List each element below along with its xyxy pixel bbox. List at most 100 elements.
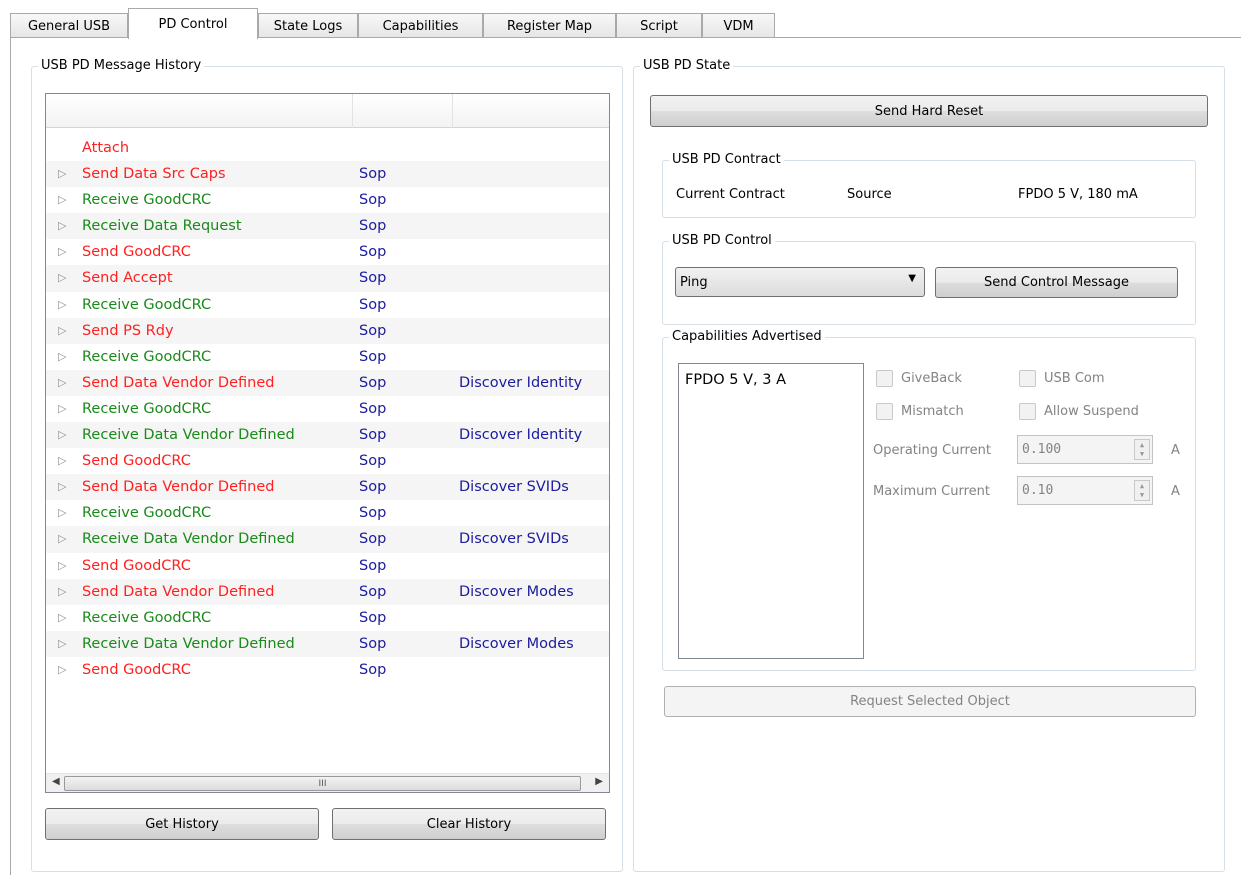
mismatch-checkbox[interactable]: Mismatch xyxy=(876,403,964,420)
current-contract-label: Current Contract xyxy=(676,187,785,202)
tab-pd-control[interactable]: PD Control xyxy=(128,8,258,39)
expand-arrow-icon[interactable]: ▷ xyxy=(58,474,66,500)
message-sop: Sop xyxy=(359,244,387,261)
spin-up-icon[interactable]: ▲ xyxy=(1140,441,1144,449)
get-history-button[interactable]: Get History xyxy=(45,808,319,840)
message-vdm: Discover SVIDs xyxy=(459,479,569,496)
expand-arrow-icon[interactable]: ▷ xyxy=(58,422,66,448)
giveback-checkbox[interactable]: GiveBack xyxy=(876,370,962,387)
history-row[interactable]: ▷ Receive GoodCRC Sop xyxy=(46,344,609,370)
history-row[interactable]: ▷ Receive GoodCRC Sop xyxy=(46,605,609,631)
spin-buttons[interactable]: ▲ ▼ xyxy=(1134,480,1150,501)
usb-com-checkbox[interactable]: USB Com xyxy=(1019,370,1105,387)
tab-general-usb[interactable]: General USB xyxy=(10,13,128,39)
spin-buttons[interactable]: ▲ ▼ xyxy=(1134,439,1150,460)
scroll-left-arrow-icon[interactable]: ◀ xyxy=(52,776,60,787)
tab-state-logs[interactable]: State Logs xyxy=(258,13,358,39)
expand-arrow-icon[interactable]: ▷ xyxy=(58,657,66,683)
expand-arrow-icon[interactable]: ▷ xyxy=(58,396,66,422)
horizontal-scrollbar[interactable]: ◀ III ▶ xyxy=(46,773,609,792)
history-row[interactable]: ▷ Send Data Vendor Defined Sop Discover SVI… xyxy=(46,474,609,501)
expand-arrow-icon[interactable]: ▷ xyxy=(58,448,66,474)
expand-arrow-icon[interactable]: ▷ xyxy=(58,213,66,239)
send-hard-reset-button[interactable]: Send Hard Reset xyxy=(650,95,1208,127)
spin-up-icon[interactable]: ▲ xyxy=(1140,482,1144,490)
spin-down-icon[interactable]: ▼ xyxy=(1140,450,1144,458)
expand-arrow-icon[interactable]: ▷ xyxy=(58,631,66,657)
message-name: Send PS Rdy xyxy=(82,322,174,339)
history-row[interactable]: Attach xyxy=(46,135,609,161)
message-sop: Sop xyxy=(359,374,387,391)
message-name: Receive GoodCRC xyxy=(82,192,212,209)
history-row[interactable]: ▷ Receive GoodCRC Sop xyxy=(46,396,609,422)
message-name: Attach xyxy=(82,140,130,156)
history-row[interactable]: ▷ Send GoodCRC Sop xyxy=(46,239,609,265)
tab-vdm[interactable]: VDM xyxy=(702,13,775,39)
checkbox-box xyxy=(1019,403,1036,420)
history-row[interactable]: ▷ Send Accept Sop xyxy=(46,265,609,292)
usb-com-label: USB Com xyxy=(1044,371,1105,386)
message-sop: Sop xyxy=(359,192,387,209)
capability-item[interactable]: FPDO 5 V, 3 A xyxy=(685,372,857,388)
history-row[interactable]: ▷ Receive GoodCRC Sop xyxy=(46,500,609,526)
send-control-message-button[interactable]: Send Control Message xyxy=(935,267,1178,298)
message-history-group: USB PD Message History Attach ▷ Send Data … xyxy=(31,57,623,872)
checkbox-box xyxy=(1019,370,1036,387)
message-name: Receive GoodCRC xyxy=(82,348,212,365)
allow-suspend-checkbox[interactable]: Allow Suspend xyxy=(1019,403,1139,420)
history-row[interactable]: ▷ Send Data Vendor Defined Sop Discover Ide… xyxy=(46,369,609,396)
expand-arrow-icon[interactable]: ▷ xyxy=(58,318,66,344)
tab-script[interactable]: Script xyxy=(616,13,702,39)
request-selected-object-button[interactable]: Request Selected Object xyxy=(664,686,1196,717)
message-sop: Sop xyxy=(359,635,387,652)
expand-arrow-icon[interactable]: ▷ xyxy=(58,161,66,187)
message-sop: Sop xyxy=(359,296,387,313)
expand-arrow-icon[interactable]: ▷ xyxy=(58,265,66,291)
expand-arrow-icon[interactable]: ▷ xyxy=(58,292,66,318)
expand-arrow-icon[interactable]: ▷ xyxy=(58,605,66,631)
message-sop: Sop xyxy=(359,270,387,287)
tab-capabilities[interactable]: Capabilities xyxy=(358,13,483,39)
spin-down-icon[interactable]: ▼ xyxy=(1140,491,1144,499)
capabilities-list[interactable]: FPDO 5 V, 3 A xyxy=(678,363,864,659)
scroll-thumb[interactable]: III xyxy=(64,776,581,791)
expand-arrow-icon[interactable]: ▷ xyxy=(58,526,66,552)
history-row[interactable]: ▷ Send GoodCRC Sop xyxy=(46,553,609,579)
maximum-current-spinbox[interactable]: 0.10 ▲ ▼ xyxy=(1017,476,1153,505)
operating-current-spinbox[interactable]: 0.100 ▲ ▼ xyxy=(1017,435,1153,464)
expand-arrow-icon[interactable]: ▷ xyxy=(58,579,66,605)
clear-history-button[interactable]: Clear History xyxy=(332,808,606,840)
expand-arrow-icon[interactable]: ▷ xyxy=(58,553,66,579)
tab-register-map[interactable]: Register Map xyxy=(483,13,616,39)
message-history-tree[interactable]: Attach ▷ Send Data Src Caps Sop ▷ Receive Goo… xyxy=(45,93,610,793)
expand-arrow-icon[interactable]: ▷ xyxy=(58,500,66,526)
history-row[interactable]: ▷ Send Data Src Caps Sop xyxy=(46,161,609,188)
maximum-current-value: 0.10 xyxy=(1022,483,1054,498)
history-row[interactable]: ▷ Receive Data Request Sop xyxy=(46,213,609,240)
column-divider[interactable] xyxy=(452,94,453,128)
message-name: Send GoodCRC xyxy=(82,557,191,574)
history-row[interactable]: ▷ Receive GoodCRC Sop xyxy=(46,187,609,213)
history-row[interactable]: ▷ Send GoodCRC Sop xyxy=(46,448,609,474)
expand-arrow-icon[interactable]: ▷ xyxy=(58,187,66,213)
message-sop: Sop xyxy=(359,427,387,444)
control-message-select[interactable]: Ping ▼ xyxy=(675,267,925,297)
history-row[interactable]: ▷ Receive GoodCRC Sop xyxy=(46,292,609,318)
message-history-title: USB PD Message History xyxy=(38,57,205,75)
column-divider[interactable] xyxy=(352,94,353,128)
expand-arrow-icon[interactable]: ▷ xyxy=(58,344,66,370)
message-name: Send GoodCRC xyxy=(82,661,191,678)
capabilities-group: Capabilities Advertised FPDO 5 V, 3 A Gi… xyxy=(662,328,1196,671)
message-name: Receive Data Vendor Defined xyxy=(82,635,295,652)
history-row[interactable]: ▷ Send GoodCRC Sop xyxy=(46,657,609,683)
history-row[interactable]: ▷ Receive Data Vendor Defined Sop Discover … xyxy=(46,526,609,553)
history-row[interactable]: ▷ Receive Data Vendor Defined Sop Discover … xyxy=(46,630,609,657)
scroll-right-arrow-icon[interactable]: ▶ xyxy=(595,776,603,787)
mismatch-label: Mismatch xyxy=(901,404,964,419)
history-row[interactable]: ▷ Send PS Rdy Sop xyxy=(46,317,609,344)
message-name: Receive GoodCRC xyxy=(82,400,212,417)
expand-arrow-icon[interactable]: ▷ xyxy=(58,239,66,265)
expand-arrow-icon[interactable]: ▷ xyxy=(58,370,66,396)
history-row[interactable]: ▷ Send Data Vendor Defined Sop Discover Mod… xyxy=(46,578,609,605)
history-row[interactable]: ▷ Receive Data Vendor Defined Sop Discover … xyxy=(46,422,609,449)
